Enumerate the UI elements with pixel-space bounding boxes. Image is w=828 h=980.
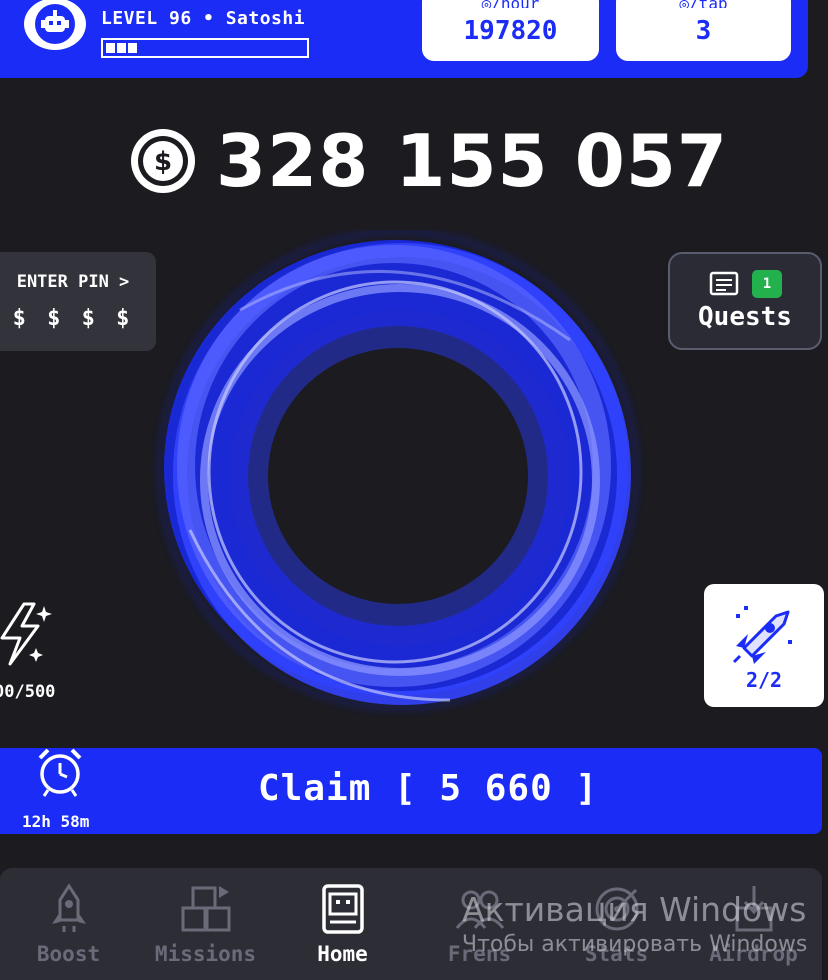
enter-pin-button[interactable]: ENTER PIN > $ $ $ $	[0, 252, 156, 351]
enter-pin-label: ENTER PIN >	[16, 272, 130, 292]
quests-button[interactable]: 1 Quests	[668, 252, 822, 350]
nav-label-missions: Missions	[154, 942, 257, 966]
tap-ring-button[interactable]	[150, 230, 650, 720]
target-icon	[595, 887, 638, 931]
coin-icon: $	[131, 129, 195, 193]
coin-small-icon: ◎	[482, 0, 492, 8]
nav-item-stats[interactable]: Stats	[549, 868, 684, 980]
nav-item-missions[interactable]: Missions	[138, 868, 273, 980]
quests-count-badge: 1	[752, 270, 782, 298]
quests-label: Quests	[698, 302, 792, 332]
airdrop-icon	[735, 886, 772, 932]
nav-label-stats: Stats	[584, 942, 649, 966]
coins-per-tap-value: 3	[695, 16, 712, 46]
nav-label-airdrop: Airdrop	[709, 942, 798, 966]
balance-value: 328 155 057	[216, 119, 729, 203]
home-icon	[321, 884, 364, 934]
boxes-icon	[181, 886, 230, 932]
claim-timer: 12h 58m	[22, 812, 90, 831]
xp-progress-bar	[101, 38, 309, 58]
nav-item-frens[interactable]: Frens	[412, 868, 547, 980]
lightning-icon	[0, 602, 52, 666]
nav-label-home: Home	[317, 942, 368, 966]
nav-item-boost[interactable]: Boost	[1, 868, 136, 980]
nav-item-home[interactable]: Home	[275, 868, 410, 980]
avatar[interactable]	[24, 0, 86, 50]
coin-small-icon: ◎	[679, 0, 689, 8]
xp-cell	[106, 43, 115, 53]
claim-button[interactable]: 12h 58m Claim [ 5 660 ]	[0, 748, 822, 834]
coins-per-tap-card: ◎/tap 3	[616, 0, 791, 61]
svg-text:$: $	[154, 147, 172, 177]
friends-icon	[455, 890, 504, 929]
claim-label: Claim [ 5 660 ]	[258, 768, 599, 809]
nav-label-frens: Frens	[447, 942, 512, 966]
profit-per-hour-value: 197820	[463, 16, 558, 46]
boost-card-button[interactable]: 2/2	[704, 584, 824, 707]
quest-scroll-icon	[709, 271, 739, 296]
xp-cell	[117, 43, 126, 53]
energy-counter: 00/500	[0, 682, 56, 702]
robot-avatar-icon	[35, 4, 75, 44]
profit-per-hour-card: ◎/hour 197820	[422, 0, 599, 61]
nav-label-boost: Boost	[36, 942, 101, 966]
rocket-boost-icon	[732, 606, 792, 664]
level-label: LEVEL 96 • Satoshi	[101, 8, 306, 29]
rocket-icon	[51, 883, 86, 932]
nav-item-airdrop[interactable]: Airdrop	[686, 868, 821, 980]
bottom-navigation: Boost Missions Home Frens Stats Airdrop	[0, 868, 822, 980]
xp-cell	[128, 43, 137, 53]
coins-per-tap-label: ◎/tap	[616, 0, 791, 8]
balance-display: $ 328 155 057	[128, 119, 729, 203]
profile-header: LEVEL 96 • Satoshi ◎/hour 197820 ◎/tap 3	[0, 0, 808, 78]
boost-count: 2/2	[745, 668, 783, 692]
profit-per-hour-label: ◎/hour	[422, 0, 599, 8]
alarm-clock-icon	[38, 748, 82, 797]
pin-placeholder: $ $ $ $	[12, 306, 134, 331]
